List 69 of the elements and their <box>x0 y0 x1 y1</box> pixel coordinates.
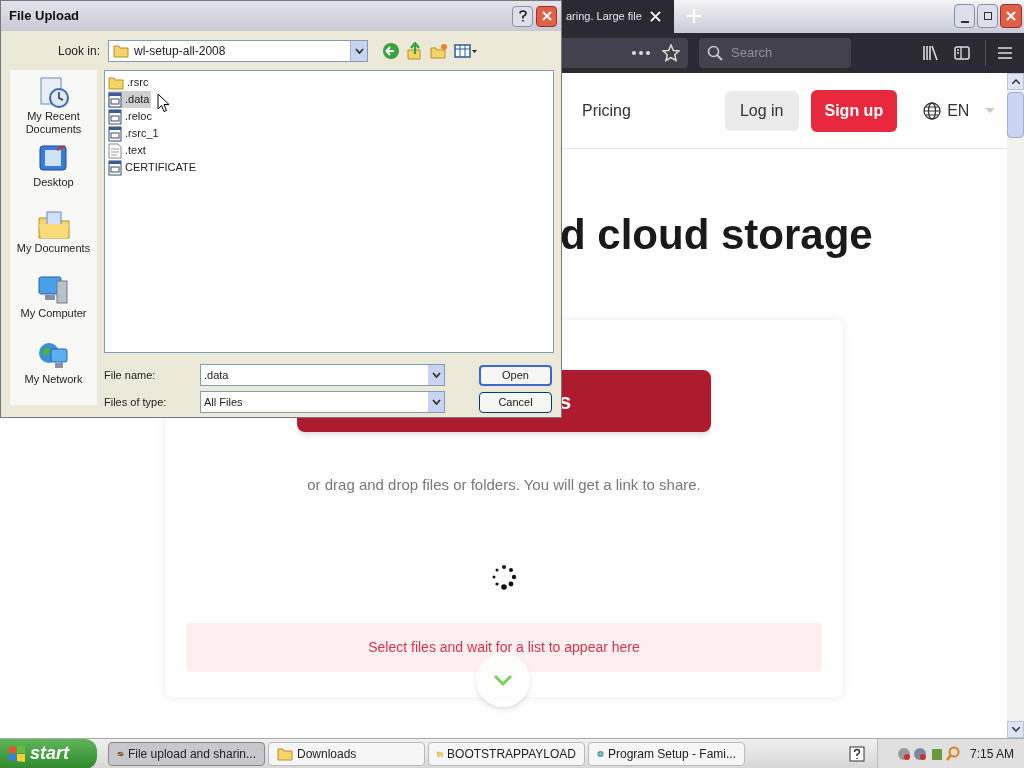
restore-button[interactable] <box>977 4 998 28</box>
view-menu-icon[interactable] <box>454 43 479 58</box>
place-item[interactable]: My Computer <box>12 273 95 340</box>
signup-button[interactable]: Sign up <box>810 89 898 132</box>
star-icon[interactable] <box>662 44 680 62</box>
taskbar-button[interactable]: Downloads <box>268 741 425 766</box>
file-item[interactable]: .rsrc <box>108 74 151 91</box>
file-name-field[interactable]: .data <box>200 364 445 386</box>
look-in-label: Look in: <box>58 42 101 60</box>
file-item[interactable]: .rsrc_1 <box>108 125 161 142</box>
notice-box: Select files and wait for a list to appear here <box>186 622 822 672</box>
file-item[interactable]: CERTIFICATE <box>108 159 199 176</box>
place-item[interactable]: My Recent Documents <box>12 76 95 142</box>
place-item[interactable]: Desktop <box>12 141 95 208</box>
tray-icons[interactable] <box>895 745 960 762</box>
headline: d cloud storage <box>560 210 873 260</box>
caret-icon <box>431 399 441 405</box>
close-icon <box>541 11 552 21</box>
minimize-button[interactable] <box>954 4 975 28</box>
menu-icon[interactable] <box>998 47 1012 59</box>
close-button[interactable] <box>536 5 557 27</box>
place-item[interactable]: My Documents <box>12 207 95 274</box>
file-item[interactable]: .text <box>108 142 148 159</box>
clock: 7:15 AM <box>969 745 1014 763</box>
file-icon <box>108 125 122 142</box>
text-file-icon <box>108 142 122 159</box>
chevron-down-icon <box>493 674 513 686</box>
scrollbar[interactable] <box>1007 73 1024 738</box>
caret-icon <box>985 107 996 114</box>
look-in-dropdown[interactable]: wl-setup-all-2008 <box>108 39 369 62</box>
sidebar-icon[interactable] <box>954 46 970 60</box>
help-button[interactable] <box>512 5 533 27</box>
nav-link[interactable]: Pricing <box>582 98 631 123</box>
back-icon[interactable] <box>382 41 401 60</box>
file-icon <box>108 159 122 176</box>
dialog-title: File Upload <box>9 7 80 26</box>
search-icon <box>707 45 723 61</box>
file-item[interactable]: .reloc <box>108 108 154 125</box>
close-icon[interactable] <box>649 11 661 22</box>
taskbar-button[interactable]: File upload and sharin... <box>108 741 265 766</box>
language-selector[interactable]: EN <box>923 98 996 123</box>
more-icon[interactable] <box>632 51 650 55</box>
windows-flag-icon <box>8 744 26 763</box>
scrollbar-thumb[interactable] <box>1007 92 1024 138</box>
caret-icon <box>354 47 364 54</box>
taskbar-button[interactable]: BOOTSTRAPPAYLOAD <box>428 741 585 766</box>
question-mark-icon <box>518 10 527 22</box>
globe-icon <box>923 101 942 120</box>
file-type-label: Files of type: <box>104 394 168 410</box>
mouse-cursor <box>157 93 170 113</box>
open-button[interactable]: Open <box>479 364 552 386</box>
folder-icon <box>113 43 130 58</box>
place-item[interactable]: My Network <box>12 339 95 405</box>
close-icon <box>1006 11 1016 21</box>
loading-spinner <box>491 563 517 590</box>
folder-icon <box>277 746 293 761</box>
cancel-button[interactable]: Cancel <box>479 391 552 413</box>
caret-icon <box>431 372 441 378</box>
taskbar-button[interactable]: Program Setup - Fami... <box>588 741 745 766</box>
file-type-dropdown[interactable]: All Files <box>200 391 445 413</box>
file-icon <box>108 91 122 108</box>
drop-hint: or drag and drop files or folders. You will get a link to share. <box>307 475 701 495</box>
file-name-label: File name: <box>104 367 157 383</box>
file-item[interactable]: .data <box>108 91 152 108</box>
login-button[interactable]: Log in <box>724 90 799 131</box>
close-button[interactable] <box>1000 4 1022 28</box>
library-icon[interactable] <box>922 45 938 61</box>
help-icon[interactable] <box>848 745 865 762</box>
file-icon <box>108 108 122 125</box>
